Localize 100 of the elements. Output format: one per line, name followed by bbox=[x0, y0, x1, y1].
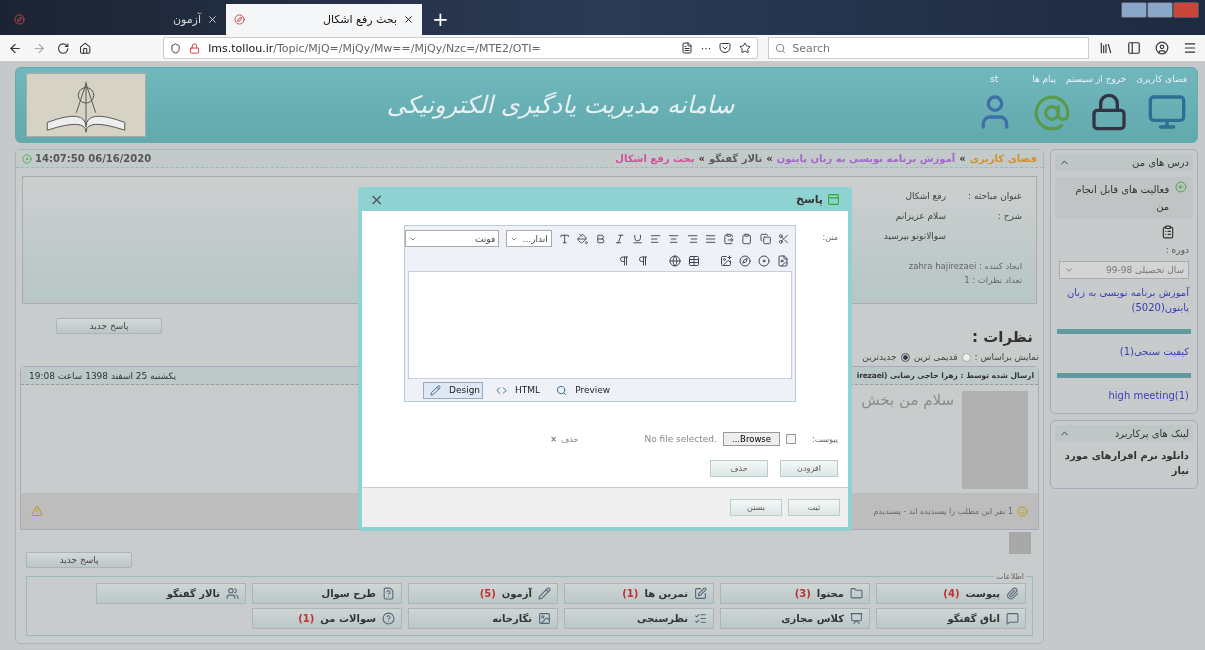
image-icon[interactable] bbox=[720, 255, 732, 267]
sidebar-icon[interactable] bbox=[1127, 41, 1141, 55]
browser-tab[interactable]: بحث رفع اشکال bbox=[226, 4, 422, 35]
link-icon[interactable] bbox=[669, 255, 681, 267]
code-icon bbox=[496, 384, 508, 396]
account-icon[interactable] bbox=[1155, 41, 1169, 55]
lock-icon[interactable] bbox=[189, 42, 201, 54]
address-bar[interactable]: lms.tollou.ir/Topic/MjQ=/MjQy/Mw==/MjQy/Nzc=/MTE2/OTI= ··· bbox=[163, 37, 759, 59]
copy-icon[interactable] bbox=[759, 232, 771, 245]
logo-text: سامانه مدیریت یادگیری الکترونیکی bbox=[385, 91, 736, 119]
field-label: عنوان مباحثه : bbox=[967, 191, 1022, 201]
panel-title: لینک های پرکاربرد bbox=[1114, 428, 1189, 439]
module-button[interactable]: تالار گفتگو bbox=[96, 583, 246, 604]
justify-icon[interactable] bbox=[704, 232, 716, 245]
mode-tab[interactable]: Preview bbox=[549, 381, 614, 399]
more-button[interactable]: ··· bbox=[700, 41, 712, 55]
creator-text: ایجاد کننده : zahra hajirezaei bbox=[907, 261, 1022, 271]
sort-label: نمایش براساس : bbox=[974, 352, 1039, 362]
module-button[interactable]: طرح سوال bbox=[252, 583, 402, 604]
radio-label: قدیمی ترین bbox=[913, 352, 958, 362]
add-button[interactable]: افزودن bbox=[780, 460, 838, 477]
module-button[interactable]: کلاس مجازی bbox=[720, 608, 870, 629]
browse-button[interactable]: Browse... bbox=[722, 432, 780, 446]
mode-tab[interactable]: Design bbox=[423, 381, 484, 399]
submit-button[interactable]: ثبت bbox=[788, 499, 840, 516]
close-icon[interactable] bbox=[207, 14, 218, 25]
module-button[interactable]: نگارخانه bbox=[408, 608, 558, 629]
reader-icon[interactable] bbox=[680, 42, 693, 54]
module-button[interactable]: اتاق گفتگو bbox=[876, 608, 1026, 629]
comment-date: یکشنبه 25 اسفند 1398 ساعت 19:08 bbox=[29, 370, 176, 381]
module-button[interactable]: نظرسنجی bbox=[564, 608, 714, 629]
media-icon[interactable] bbox=[777, 255, 789, 267]
star-icon[interactable] bbox=[739, 42, 752, 54]
activities-link[interactable]: فعالیت های قابل انجام من bbox=[1055, 177, 1193, 219]
panel-title: درس های من bbox=[1132, 157, 1189, 168]
text-label: متن: bbox=[821, 232, 838, 244]
close-dialog-button[interactable]: بستن bbox=[730, 499, 782, 516]
italic-icon[interactable] bbox=[613, 232, 625, 245]
browser-tab[interactable]: آزمون bbox=[6, 4, 226, 35]
breadcrumb-separator: » bbox=[698, 153, 705, 164]
field-label: شرح : bbox=[996, 211, 1022, 223]
course-link[interactable]: آموزش برنامه نویسی به زبان پایتون(5020) bbox=[1055, 285, 1193, 315]
dialog-title: پاسخ bbox=[796, 192, 823, 206]
breadcrumb-separator: » bbox=[959, 153, 966, 164]
radio-button[interactable] bbox=[900, 352, 910, 362]
download-link[interactable]: دانلود نرم افزارهای مورد نیاز bbox=[1055, 448, 1193, 478]
course-link[interactable]: high meeting(1) bbox=[1055, 388, 1193, 403]
notepad-icon bbox=[694, 587, 707, 600]
folder-icon bbox=[850, 587, 863, 600]
clipboard-icon[interactable] bbox=[1161, 225, 1175, 239]
minimize-button[interactable] bbox=[1121, 2, 1147, 18]
new-reply-button[interactable]: پاسخ جدید bbox=[26, 552, 132, 568]
paint-bucket-icon[interactable] bbox=[577, 232, 589, 245]
font-select[interactable]: فونت bbox=[405, 230, 500, 247]
paste-icon[interactable] bbox=[741, 232, 753, 245]
compass-icon[interactable] bbox=[739, 255, 751, 267]
comments-heading: نظرات : bbox=[971, 328, 1034, 346]
pocket-icon[interactable] bbox=[719, 42, 732, 54]
course-link[interactable]: کیفیت سنجی(1) bbox=[1055, 344, 1193, 359]
new-tab-button[interactable]: + bbox=[422, 7, 459, 35]
delete-button[interactable]: حذف bbox=[710, 460, 768, 477]
maximize-button[interactable] bbox=[1147, 2, 1173, 18]
size-select[interactable]: اندار... bbox=[506, 230, 552, 247]
align-center-icon[interactable] bbox=[668, 232, 680, 245]
checklist-icon bbox=[694, 612, 707, 625]
url-text: lms.tollou.ir/Topic/MjQ=/MjQy/Mw==/MjQy/Nzc=/MTE2/OTI= bbox=[208, 41, 542, 55]
radio-label: جدیدترین bbox=[862, 352, 897, 362]
close-icon[interactable] bbox=[403, 14, 414, 25]
mode-tab[interactable]: HTML bbox=[489, 381, 544, 399]
lock-icon bbox=[1089, 92, 1129, 132]
avatar-placeholder bbox=[1009, 532, 1031, 554]
align-left-icon[interactable] bbox=[650, 232, 662, 245]
user-name: st bbox=[990, 74, 999, 84]
checkbox[interactable] bbox=[786, 434, 796, 444]
library-icon[interactable] bbox=[1099, 41, 1113, 55]
font-size-icon[interactable] bbox=[558, 232, 570, 245]
term-label: دوره : bbox=[1164, 245, 1190, 255]
computer-icon bbox=[1147, 92, 1187, 132]
bold-icon[interactable] bbox=[595, 232, 607, 245]
breadcrumb-separator: » bbox=[766, 153, 773, 164]
reload-icon[interactable] bbox=[56, 41, 69, 55]
cut-icon[interactable] bbox=[777, 232, 789, 245]
file-status: No file selected. bbox=[644, 434, 717, 444]
remove-link[interactable]: حذف × bbox=[550, 434, 579, 444]
field-value: رفع اشکال bbox=[905, 191, 946, 201]
radio-button[interactable] bbox=[961, 352, 971, 362]
window-icon bbox=[827, 192, 840, 206]
close-button[interactable]: × bbox=[370, 189, 384, 209]
comment-count: تعداد نظرات : 1 bbox=[963, 275, 1022, 285]
underline-icon[interactable] bbox=[631, 232, 643, 245]
shield-icon[interactable] bbox=[170, 42, 182, 54]
new-reply-button[interactable]: پاسخ جدید bbox=[56, 318, 162, 334]
comment-body: سلام من بخش bbox=[861, 391, 954, 411]
picture-icon bbox=[538, 612, 551, 625]
breadcrumb-link[interactable]: تالار گفتگو bbox=[708, 153, 763, 164]
table-icon[interactable] bbox=[688, 255, 700, 267]
home-icon[interactable] bbox=[78, 41, 92, 55]
align-right-icon[interactable] bbox=[686, 232, 698, 245]
search-field[interactable]: Search bbox=[768, 37, 1089, 59]
menu-icon[interactable] bbox=[1183, 41, 1197, 55]
